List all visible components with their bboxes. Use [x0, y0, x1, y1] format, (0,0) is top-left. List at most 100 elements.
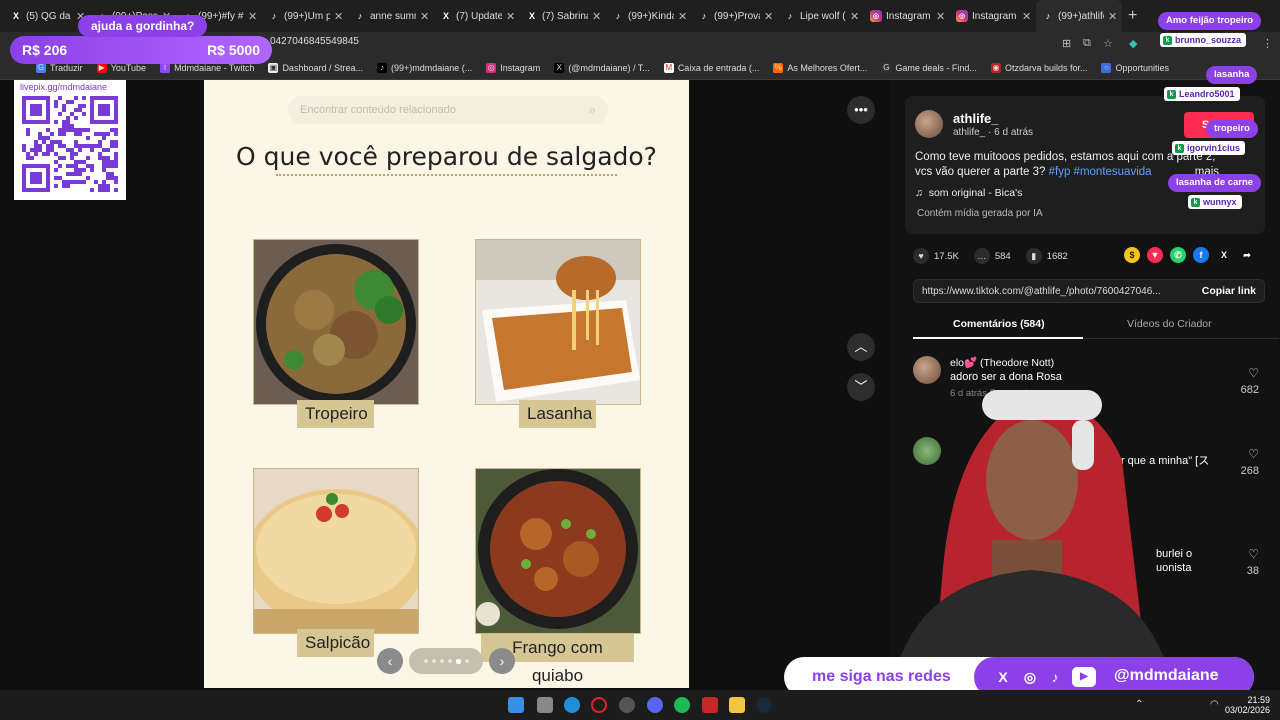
related-search-input[interactable]: Encontrar conteúdo relacionado ⌕: [288, 96, 608, 124]
tab-search-icon[interactable]: ⊞: [1062, 37, 1071, 50]
coin-share-icon[interactable]: $: [1124, 247, 1140, 263]
close-tab-icon[interactable]: ✕: [592, 10, 602, 23]
close-tab-icon[interactable]: ✕: [764, 10, 774, 23]
creator-username[interactable]: athlife_: [953, 111, 999, 126]
bookmark-gmail[interactable]: M Caixa de entrada (...: [663, 62, 759, 73]
comment-like-icon[interactable]: ♡: [1233, 547, 1259, 561]
facebook-icon[interactable]: f: [1193, 247, 1209, 263]
qr-label: livepix.gg/mdmdaiane: [20, 82, 108, 92]
close-tab-icon[interactable]: ✕: [1022, 10, 1032, 23]
bookmark-x[interactable]: X (@mdmdaiane) / T...: [554, 62, 650, 73]
bookmark-star-icon[interactable]: ☆: [1103, 37, 1113, 50]
close-tab-icon[interactable]: ✕: [936, 10, 946, 23]
close-tab-icon[interactable]: ✕: [678, 10, 688, 23]
comment-count: 584: [994, 250, 1011, 262]
chat-badge-icon: k: [1191, 197, 1200, 207]
bookmark-game-deals[interactable]: G Game deals - Find...: [881, 62, 977, 73]
start-icon[interactable]: [508, 697, 524, 713]
pager-dot[interactable]: [439, 659, 444, 663]
save-button[interactable]: ▮ 1682: [1025, 248, 1068, 264]
frango-image: [476, 469, 640, 633]
browser-tab[interactable]: ◎ Instagram ✕: [950, 0, 1036, 32]
browser-tab[interactable]: ◎ Instagram ✕: [864, 0, 950, 32]
bookmark-tiktok[interactable]: ♪ (99+)mdmdaiane (...: [376, 62, 472, 73]
search-icon[interactable]: ⌕: [589, 102, 596, 118]
system-clock[interactable]: 21:59 03/02/2026: [1225, 695, 1270, 715]
more-options-icon[interactable]: •••: [847, 96, 875, 124]
sound-name[interactable]: som original - Bica's: [929, 187, 1023, 199]
post-link[interactable]: https://www.tiktok.com/@athlife_/photo/7…: [922, 286, 1161, 297]
bookmark-offers[interactable]: % As Melhores Ofert...: [773, 62, 867, 73]
browser-tab[interactable]: ♪ (99+)Provar ✕: [692, 0, 778, 32]
sound-row[interactable]: ♫ som original - Bica's: [915, 187, 1022, 199]
x-icon: X: [12, 11, 19, 21]
opera-icon[interactable]: [591, 697, 607, 713]
close-tab-icon[interactable]: ✕: [1108, 10, 1118, 23]
tiktok-icon: ♪: [1045, 11, 1051, 21]
browser-tab[interactable]: ♪ Lipe wolf (@ ✕: [778, 0, 864, 32]
close-tab-icon[interactable]: ✕: [334, 10, 344, 23]
tray-chevron-icon[interactable]: ⌃: [1135, 699, 1143, 710]
bookmark-twitch[interactable]: t Mdmdaiane - Twitch: [160, 62, 254, 73]
browser-tab[interactable]: ♪ anne summ ✕: [348, 0, 434, 32]
clock-time: 21:59: [1247, 695, 1270, 705]
browser-tab[interactable]: X (7) UpdateC ✕: [434, 0, 520, 32]
close-tab-icon[interactable]: ✕: [420, 10, 430, 23]
comment-author[interactable]: elo💕 (Theodore Nott): [950, 356, 1054, 369]
close-tab-icon[interactable]: ✕: [506, 10, 516, 23]
browser-tab[interactable]: ♪ (99+)athlife ✕: [1036, 0, 1122, 32]
donation-goal-bar: R$ 206 R$ 5000: [10, 36, 272, 64]
pager-dot[interactable]: [464, 659, 469, 663]
tab-creator-videos[interactable]: Vídeos do Criador: [1127, 318, 1212, 330]
comment-like-count: 268: [1240, 465, 1259, 477]
comment-button[interactable]: … 584: [973, 248, 1011, 264]
livepix-qr-panel: livepix.gg/mdmdaiane: [14, 80, 126, 200]
bookmark-dashboard[interactable]: ▣ Dashboard / Strea...: [268, 62, 363, 73]
bookmark-otzdarva[interactable]: ◉ Otzdarva builds for...: [990, 62, 1087, 73]
bookmark-youtube[interactable]: ▶ YouTube: [96, 62, 146, 73]
edge-icon[interactable]: [564, 697, 580, 713]
steam-icon[interactable]: [756, 697, 772, 713]
carousel-next-button[interactable]: ›: [489, 648, 515, 674]
spotify-icon[interactable]: [674, 697, 690, 713]
creator-avatar[interactable]: [915, 110, 943, 138]
pager-dot[interactable]: [447, 659, 452, 663]
extension-icon[interactable]: ◆: [1129, 37, 1137, 50]
chevron-up-icon[interactable]: ︿: [847, 333, 875, 361]
app-icon[interactable]: [702, 697, 718, 713]
obs-icon[interactable]: [619, 697, 635, 713]
bookmark-translate[interactable]: G Traduzir: [36, 62, 83, 73]
menu-icon[interactable]: ⋮: [1262, 37, 1273, 50]
carousel-prev-button[interactable]: ‹: [377, 648, 403, 674]
like-button[interactable]: ♥ 17.5K: [913, 248, 959, 264]
url-text[interactable]: 0427046845549845: [270, 36, 359, 47]
panel-tabs: Comentários (584) Vídeos do Criador: [913, 316, 1279, 339]
close-tab-icon[interactable]: ✕: [850, 10, 860, 23]
x-share-icon[interactable]: X: [1216, 247, 1232, 263]
close-tab-icon[interactable]: ✕: [248, 10, 258, 23]
copy-link-button[interactable]: Copiar link: [1202, 285, 1256, 297]
comment-like-icon[interactable]: ♡: [1233, 447, 1259, 461]
tab-comments[interactable]: Comentários (584): [953, 318, 1045, 330]
file-explorer-icon[interactable]: [729, 697, 745, 713]
wifi-icon[interactable]: ◠: [1210, 699, 1219, 710]
chevron-down-icon[interactable]: ﹀: [847, 373, 875, 401]
pager-dot[interactable]: [423, 659, 428, 663]
new-tab-icon[interactable]: +: [1128, 7, 1137, 25]
comment-like-icon[interactable]: ♡: [1233, 366, 1259, 380]
discord-icon[interactable]: [647, 697, 663, 713]
share-arrow-icon[interactable]: ➦: [1239, 247, 1255, 263]
repost-icon[interactable]: ▼: [1147, 247, 1163, 263]
bookmark-instagram[interactable]: ◎ Instagram: [486, 62, 540, 73]
bookmark-opportunities[interactable]: ○ Opportunities: [1101, 62, 1169, 73]
pager-dot-active[interactable]: [455, 658, 461, 664]
browser-tab[interactable]: ♪ (99+)Kinda ✕: [606, 0, 692, 32]
pager-dot[interactable]: [431, 659, 436, 663]
browser-tab[interactable]: X (7) Sabrina ✕: [520, 0, 606, 32]
hashtags[interactable]: #fyp #montesuavida: [1049, 166, 1152, 178]
task-view-icon[interactable]: [537, 697, 553, 713]
translate-icon[interactable]: ⧉: [1083, 37, 1091, 50]
browser-tab[interactable]: ♪ (99+)Um po ✕: [262, 0, 348, 32]
lasanha-image: [476, 240, 640, 404]
whatsapp-icon[interactable]: ✆: [1170, 247, 1186, 263]
